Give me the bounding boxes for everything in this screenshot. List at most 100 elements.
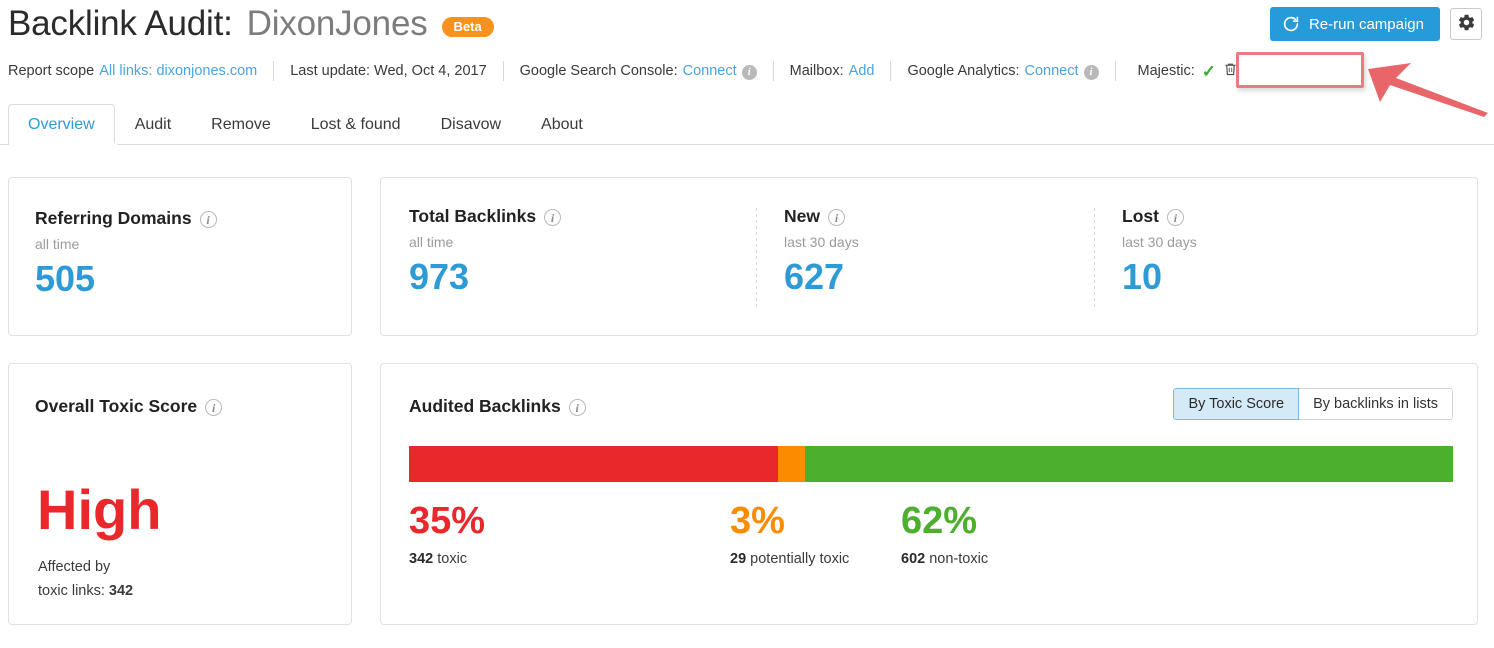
legend-non-toxic: 62% 602 non-toxic bbox=[901, 502, 988, 567]
toggle-by-backlinks-in-lists[interactable]: By backlinks in lists bbox=[1299, 388, 1453, 420]
backlinks-metrics-card: Total Backlinks i all time 973 New i las… bbox=[380, 177, 1478, 336]
info-icon[interactable]: i bbox=[568, 399, 586, 416]
info-icon[interactable]: i bbox=[827, 209, 845, 226]
report-scope-link[interactable]: All links: dixonjones.com bbox=[99, 63, 257, 79]
majestic-status: Majestic: ✓ bbox=[1132, 59, 1244, 83]
ga-connect-link[interactable]: Connect bbox=[1025, 63, 1079, 79]
majestic-label: Majestic: bbox=[1137, 63, 1195, 79]
overall-toxic-score-title: Overall Toxic Score i bbox=[35, 396, 223, 417]
tab-overview-label: Overview bbox=[28, 115, 95, 133]
page-title: Backlink Audit: DixonJones Beta bbox=[8, 0, 494, 48]
tab-disavow-label: Disavow bbox=[440, 115, 502, 133]
trash-icon[interactable] bbox=[1223, 61, 1238, 81]
legend-non-toxic-percent: 62% bbox=[901, 500, 978, 542]
tab-remove[interactable]: Remove bbox=[191, 104, 291, 144]
settings-button[interactable] bbox=[1450, 8, 1482, 40]
mailbox-status: Mailbox: Add bbox=[790, 63, 875, 79]
overall-toxic-score-card: Overall Toxic Score i High Affected by t… bbox=[8, 363, 352, 625]
info-icon[interactable]: i bbox=[544, 209, 562, 226]
legend-non-toxic-label: non-toxic bbox=[929, 551, 989, 567]
audited-backlinks-title-text: Audited Backlinks bbox=[409, 396, 561, 416]
legend-toxic-percent: 35% bbox=[409, 500, 486, 542]
main-tabs: Overview Audit Remove Lost & found Disav… bbox=[8, 104, 603, 144]
tab-lost-and-found[interactable]: Lost & found bbox=[291, 104, 421, 144]
google-search-console-status: Google Search Console: Connect i bbox=[520, 63, 757, 80]
legend-potentially-toxic-count: 29 bbox=[730, 551, 747, 567]
audited-backlinks-card: Audited Backlinks i By Toxic Score By ba… bbox=[380, 363, 1478, 625]
tab-lost-and-found-label: Lost & found bbox=[310, 115, 401, 133]
lost-backlinks-title-text: Lost bbox=[1122, 206, 1159, 226]
info-icon[interactable]: i bbox=[205, 399, 223, 416]
referring-domains-value: 505 bbox=[35, 258, 96, 299]
toxic-links-count: 342 bbox=[108, 582, 134, 599]
referring-domains-card: Referring Domains i all time 505 bbox=[8, 177, 352, 336]
page-header: Backlink Audit: DixonJones Beta Re-run c… bbox=[0, 0, 1494, 52]
legend-potentially-toxic: 3% 29 potentially toxic bbox=[730, 502, 849, 567]
tab-overview[interactable]: Overview bbox=[8, 104, 115, 144]
new-backlinks-title-text: New bbox=[784, 206, 820, 226]
legend-non-toxic-detail: 602 non-toxic bbox=[901, 551, 988, 567]
page-title-domain: DixonJones bbox=[246, 4, 428, 43]
referring-domains-title: Referring Domains i bbox=[35, 208, 217, 229]
last-update: Last update: Wed, Oct 4, 2017 bbox=[290, 63, 487, 79]
toggle-by-toxic-score[interactable]: By Toxic Score bbox=[1173, 388, 1300, 420]
legend-toxic-count: 342 bbox=[409, 551, 434, 567]
toxic-links-label: toxic links: bbox=[38, 582, 105, 599]
google-analytics-status: Google Analytics: Connect i bbox=[907, 63, 1099, 80]
total-backlinks-metric: Total Backlinks i all time 973 bbox=[409, 206, 562, 297]
refresh-icon bbox=[1282, 15, 1300, 33]
tab-audit-label: Audit bbox=[134, 115, 172, 133]
info-icon[interactable]: i bbox=[199, 211, 217, 228]
mailbox-add-link[interactable]: Add bbox=[849, 63, 875, 79]
info-icon[interactable]: i bbox=[1166, 209, 1184, 226]
legend-toxic: 35% 342 toxic bbox=[409, 502, 485, 567]
tab-remove-label: Remove bbox=[211, 115, 271, 133]
toxic-score-note-line2: toxic links: 342 bbox=[38, 580, 133, 604]
rerun-campaign-button[interactable]: Re-run campaign bbox=[1269, 7, 1440, 41]
toxicity-stacked-bar bbox=[409, 446, 1453, 482]
bar-segment-toxic bbox=[409, 446, 778, 482]
legend-non-toxic-count: 602 bbox=[901, 551, 926, 567]
tab-about[interactable]: About bbox=[521, 104, 603, 144]
tab-audit[interactable]: Audit bbox=[115, 104, 191, 144]
tab-disavow[interactable]: Disavow bbox=[421, 104, 521, 144]
audited-backlinks-view-toggle: By Toxic Score By backlinks in lists bbox=[1173, 388, 1453, 420]
metric-divider bbox=[1094, 208, 1095, 308]
legend-toxic-label: toxic bbox=[437, 551, 468, 567]
info-icon[interactable]: i bbox=[1083, 64, 1099, 80]
referring-domains-title-text: Referring Domains bbox=[35, 208, 192, 228]
legend-potentially-toxic-label: potentially toxic bbox=[750, 551, 850, 567]
beta-badge: Beta bbox=[441, 17, 494, 37]
total-backlinks-value: 973 bbox=[409, 256, 470, 297]
check-icon: ✓ bbox=[1201, 61, 1216, 81]
info-icon[interactable]: i bbox=[741, 64, 757, 80]
scope-divider bbox=[502, 61, 504, 81]
gsc-connect-link[interactable]: Connect bbox=[683, 63, 737, 79]
scope-divider bbox=[772, 61, 774, 81]
toxic-score-level: High bbox=[37, 478, 162, 541]
toxic-score-note: Affected by toxic links: 342 bbox=[38, 556, 133, 604]
lost-backlinks-period: last 30 days bbox=[1122, 234, 1197, 250]
tab-about-label: About bbox=[541, 115, 583, 133]
lost-backlinks-metric: Lost i last 30 days 10 bbox=[1122, 206, 1197, 295]
bar-segment-potentially-toxic bbox=[777, 446, 805, 482]
scope-divider bbox=[273, 61, 275, 81]
toxic-score-note-line1: Affected by bbox=[38, 559, 111, 575]
legend-potentially-toxic-detail: 29 potentially toxic bbox=[730, 551, 849, 567]
scope-divider bbox=[1114, 61, 1116, 81]
mailbox-label: Mailbox: bbox=[789, 63, 844, 79]
audited-backlinks-title: Audited Backlinks i bbox=[409, 396, 586, 417]
total-backlinks-period: all time bbox=[409, 234, 454, 250]
metric-divider bbox=[756, 208, 757, 308]
scope-divider bbox=[890, 61, 892, 81]
annotation-arrow-icon bbox=[1366, 57, 1491, 117]
tabs-underline bbox=[0, 144, 1494, 145]
new-backlinks-title: New i bbox=[784, 206, 859, 227]
overall-toxic-score-title-text: Overall Toxic Score bbox=[35, 396, 198, 416]
lost-backlinks-value: 10 bbox=[1122, 256, 1163, 297]
referring-domains-period: all time bbox=[35, 236, 80, 252]
new-backlinks-period: last 30 days bbox=[784, 234, 859, 250]
legend-potentially-toxic-percent: 3% bbox=[730, 500, 785, 542]
gear-icon bbox=[1457, 13, 1476, 35]
bar-segment-non-toxic bbox=[804, 446, 1453, 482]
